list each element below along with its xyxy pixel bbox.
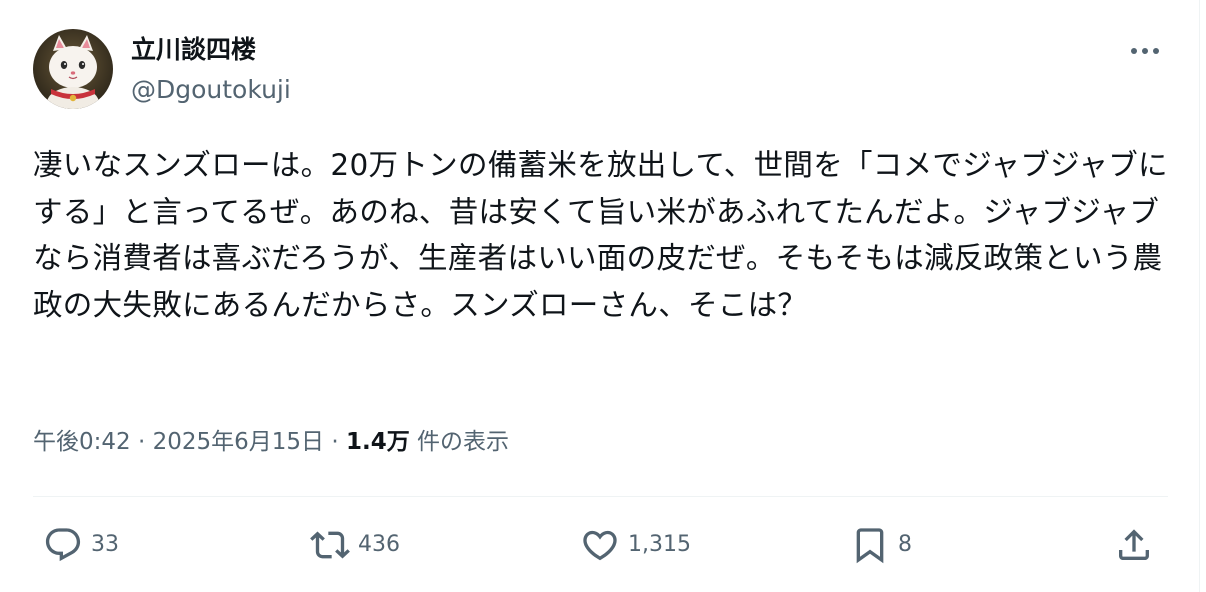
- meta-separator: ·: [324, 429, 346, 455]
- share-icon: [1119, 529, 1149, 560]
- bookmark-button[interactable]: 8: [850, 525, 912, 565]
- author-handle[interactable]: @Dgoutokuji: [131, 74, 291, 106]
- maneki-neko-avatar-icon: [33, 29, 113, 109]
- bookmark-icon: [856, 528, 884, 564]
- avatar[interactable]: [33, 29, 113, 109]
- tweet-meta: 午後0:42 · 2025年6月15日 · 1.4万 件の表示: [33, 425, 509, 459]
- meta-separator: ·: [130, 429, 153, 455]
- more-button[interactable]: [1124, 36, 1166, 66]
- tweet-text: 凄いなスンズローは。20万トンの備蓄米を放出して、世間を「コメでジャブジャブにす…: [33, 148, 1168, 322]
- tweet-time[interactable]: 午後0:42: [33, 429, 131, 455]
- card-border: [1199, 0, 1200, 592]
- share-button[interactable]: [1114, 525, 1154, 565]
- divider: [33, 496, 1168, 497]
- reply-icon: [45, 528, 81, 562]
- author-display-name[interactable]: 立川談四楼: [131, 34, 256, 66]
- like-count: 1,315: [628, 532, 691, 557]
- views-count[interactable]: 1.4万: [346, 429, 410, 455]
- like-button[interactable]: 1,315: [580, 525, 691, 565]
- reply-count: 33: [91, 532, 119, 557]
- bookmark-count: 8: [898, 532, 912, 557]
- heart-icon: [583, 530, 617, 561]
- retweet-icon: [310, 531, 350, 559]
- reply-button[interactable]: 33: [43, 525, 119, 565]
- tweet-date[interactable]: 2025年6月15日: [153, 429, 324, 455]
- more-horizontal-icon: [1131, 48, 1159, 54]
- retweet-button[interactable]: 436: [310, 525, 400, 565]
- tweet-card: 立川談四楼 @Dgoutokuji 凄いなスンズローは。20万トンの備蓄米を放出…: [0, 0, 1206, 592]
- retweet-count: 436: [358, 532, 400, 557]
- views-label: 件の表示: [409, 429, 510, 455]
